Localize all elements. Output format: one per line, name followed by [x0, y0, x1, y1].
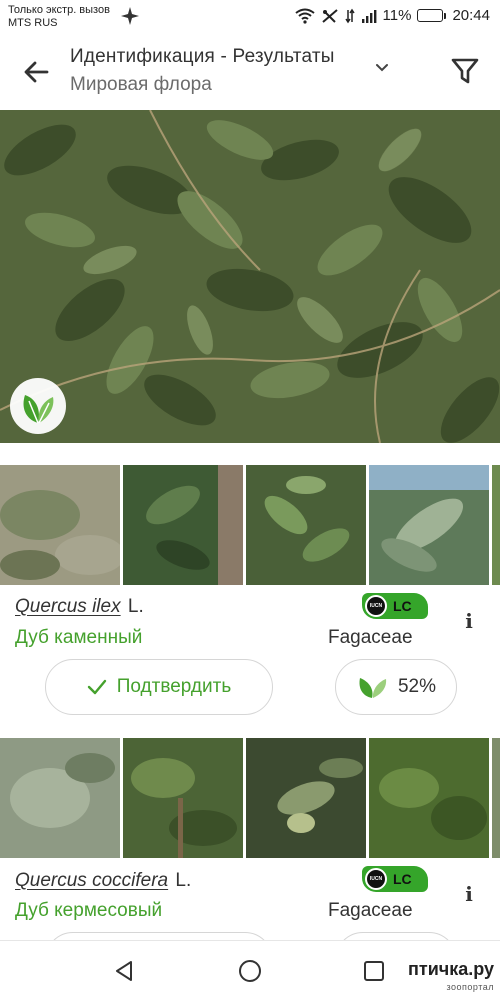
- wifi-icon: [294, 8, 315, 24]
- result-2-iucn-badge[interactable]: IUCN LC: [362, 866, 428, 892]
- latin-name[interactable]: Quercus coccifera: [15, 870, 168, 891]
- result-1-score-button[interactable]: 52%: [335, 659, 457, 715]
- result-2-thumbnails[interactable]: [0, 738, 500, 858]
- iucn-logo: IUCN: [365, 868, 387, 890]
- author: L.: [175, 870, 192, 891]
- thumbnail[interactable]: [123, 465, 243, 585]
- page-title: Идентификация - Результаты: [70, 46, 335, 67]
- thumbnail[interactable]: [492, 738, 500, 858]
- battery-icon: [417, 9, 447, 22]
- square-recents-icon: [364, 961, 384, 981]
- result-1-common-name: Дуб каменный: [15, 627, 143, 648]
- nav-home-button[interactable]: [234, 955, 266, 987]
- app-bar: Идентификация - Результаты Мировая флора: [0, 34, 500, 110]
- leaves-score-icon: [359, 678, 387, 698]
- result-2-info-button[interactable]: i: [460, 883, 478, 905]
- thumbnail[interactable]: [123, 738, 243, 858]
- signal-bars-icon: [361, 9, 376, 23]
- author: L.: [127, 596, 144, 617]
- triangle-back-icon: [116, 961, 132, 981]
- data-arrows-icon: [344, 8, 355, 23]
- sparkle-icon: [121, 7, 139, 25]
- carrier-line-2: MTS RUS: [8, 17, 58, 29]
- thumbnail[interactable]: [492, 465, 500, 585]
- app-bar-titles[interactable]: Идентификация - Результаты Мировая флора: [70, 46, 335, 96]
- query-photo-image: [0, 110, 500, 443]
- status-bar: Только экстр. вызов MTS RUS 11% 20:44: [0, 0, 500, 34]
- screen: Только экстр. вызов MTS RUS 11% 20:44 Ид…: [0, 0, 500, 1000]
- result-1-info-button[interactable]: i: [460, 610, 478, 632]
- iucn-status: LC: [393, 598, 412, 614]
- flora-selector[interactable]: Мировая флора: [70, 74, 335, 96]
- result-1-family: Fagaceae: [328, 627, 413, 648]
- no-signal-icon: [321, 8, 338, 23]
- result-1-confirm-button[interactable]: Подтвердить: [45, 659, 273, 715]
- confirm-label: Подтвердить: [116, 676, 232, 697]
- chevron-down-icon[interactable]: [372, 58, 392, 78]
- iucn-status: LC: [393, 871, 412, 887]
- nav-recents-button[interactable]: [358, 955, 390, 987]
- clock: 20:44: [452, 7, 490, 24]
- result-2-common-name: Дуб кермесовый: [15, 900, 163, 921]
- query-photo[interactable]: [0, 110, 500, 443]
- carrier-line-1: Только экстр. вызов: [8, 4, 110, 16]
- circle-home-icon: [239, 960, 261, 982]
- battery-percent: 11%: [382, 7, 412, 24]
- nav-back-button[interactable]: [108, 955, 140, 987]
- filter-icon: [451, 58, 479, 84]
- watermark: птичка.ру зоопортал: [408, 960, 494, 996]
- result-1-species[interactable]: Quercus ilex L.: [15, 596, 144, 618]
- check-icon: [87, 679, 106, 695]
- thumbnail[interactable]: [0, 738, 120, 858]
- result-2-species[interactable]: Quercus coccifera L.: [15, 870, 191, 892]
- status-icons: 11% 20:44: [294, 7, 490, 24]
- back-arrow-icon: [24, 61, 49, 83]
- latin-name[interactable]: Quercus ilex: [15, 596, 121, 617]
- score-value: 52%: [397, 676, 437, 697]
- thumbnail[interactable]: [369, 465, 489, 585]
- back-button[interactable]: [18, 54, 54, 90]
- thumbnail[interactable]: [0, 465, 120, 585]
- thumbnail[interactable]: [246, 738, 366, 858]
- watermark-sub: зоопортал: [446, 982, 494, 992]
- thumbnail[interactable]: [246, 465, 366, 585]
- iucn-logo: IUCN: [365, 595, 387, 617]
- leaves-logo-icon: [23, 395, 54, 424]
- thumbnail[interactable]: [369, 738, 489, 858]
- watermark-text: птичка.ру: [408, 959, 494, 979]
- carrier-info: Только экстр. вызов MTS RUS: [8, 4, 110, 30]
- app-logo: [10, 378, 66, 434]
- result-1-iucn-badge[interactable]: IUCN LC: [362, 593, 428, 619]
- result-1-thumbnails[interactable]: [0, 465, 500, 585]
- result-2-family: Fagaceae: [328, 900, 413, 921]
- filter-button[interactable]: [448, 54, 482, 88]
